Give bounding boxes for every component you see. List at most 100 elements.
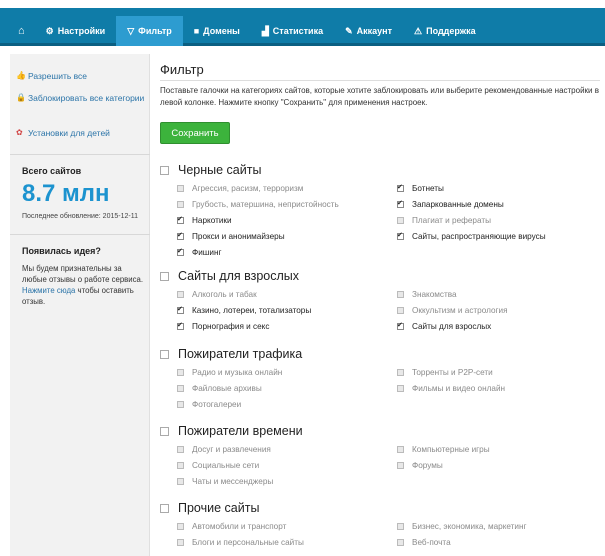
filter-option-label: Фильмы и видео онлайн <box>412 384 506 393</box>
filter-option[interactable]: Блоги и персональные сайты <box>177 538 304 547</box>
filter-option[interactable]: Компьютерные игры <box>397 445 490 454</box>
category-1: Черные сайты Агрессия, расизм, терроризм Б… <box>160 162 605 257</box>
filter-option[interactable]: Плагиат и рефераты <box>397 216 491 225</box>
category-checkbox[interactable] <box>160 349 169 359</box>
category-checkbox[interactable] <box>160 426 169 436</box>
filter-option[interactable]: Автомобили и транспорт <box>177 522 286 531</box>
filter-option[interactable]: Агрессия, расизм, терроризм <box>177 184 303 193</box>
page-description: Поставьте галочки на категориях сайтов, … <box>160 86 599 107</box>
filter-option[interactable]: Досуг и развлечения <box>177 445 271 454</box>
unchecked-checkbox[interactable] <box>177 462 184 469</box>
filter-option[interactable]: Грубость, матершина, непристойность <box>177 200 339 209</box>
checked-checkbox[interactable] <box>177 231 184 240</box>
category-title[interactable]: Пожиратели трафика <box>160 346 605 362</box>
save-button[interactable]: Сохранить <box>160 122 230 144</box>
category-title-text: Черные сайты <box>178 163 262 177</box>
filter-option[interactable]: Сайты, распространяющие вирусы <box>397 231 546 241</box>
checked-checkbox[interactable] <box>397 231 404 240</box>
filter-option[interactable]: Чаты и мессенджеры <box>177 477 273 486</box>
category-title[interactable]: Черные сайты <box>160 162 605 178</box>
unchecked-checkbox[interactable] <box>177 446 184 453</box>
filter-option[interactable]: Фильмы и видео онлайн <box>397 384 505 393</box>
checked-checkbox[interactable] <box>177 247 184 256</box>
account-icon: ✎ <box>345 25 353 36</box>
nav-stats[interactable]: ▟ Статистика <box>251 16 334 46</box>
nav-account[interactable]: ✎ Аккаунт <box>334 16 403 46</box>
unchecked-checkbox[interactable] <box>177 539 184 546</box>
unchecked-checkbox[interactable] <box>177 201 184 208</box>
category-title[interactable]: Пожиратели времени <box>160 423 605 439</box>
unchecked-checkbox[interactable] <box>397 523 404 530</box>
unchecked-checkbox[interactable] <box>177 185 184 192</box>
filter-option-label: Агрессия, расизм, терроризм <box>192 184 304 193</box>
category-title[interactable]: Прочие сайты <box>160 500 605 516</box>
allow-all-link[interactable]: 👍 Разрешить все <box>16 70 87 82</box>
unchecked-checkbox[interactable] <box>397 385 404 392</box>
unchecked-checkbox[interactable] <box>177 478 184 485</box>
filter-option[interactable]: Прокси и анонимайзеры <box>177 231 285 241</box>
unchecked-checkbox[interactable] <box>397 446 404 453</box>
category-2: Сайты для взрослых Алкоголь и табак Знаком… <box>160 268 605 331</box>
filter-option[interactable]: Казино, лотереи, тотализаторы <box>177 305 312 315</box>
block-all-link[interactable]: 🔒 Заблокировать все категории <box>16 92 148 104</box>
checked-checkbox[interactable] <box>177 321 184 330</box>
feedback-link[interactable]: Нажмите сюда <box>22 286 75 295</box>
nav-settings[interactable]: ⚙ Настройки <box>35 16 117 46</box>
checked-checkbox[interactable] <box>397 183 404 192</box>
filter-option[interactable]: Торренты и P2P-сети <box>397 368 493 377</box>
filter-option[interactable]: Ботнеты <box>397 183 444 193</box>
filter-option[interactable]: Наркотики <box>177 215 232 225</box>
filter-option[interactable]: Знакомства <box>397 290 457 299</box>
filter-option[interactable]: Запаркованные домены <box>397 199 504 209</box>
filter-option[interactable]: Файловые архивы <box>177 384 262 393</box>
category-checkbox[interactable] <box>160 271 169 281</box>
unchecked-checkbox[interactable] <box>177 523 184 530</box>
unchecked-checkbox[interactable] <box>397 307 404 314</box>
filter-option-label: Файловые архивы <box>192 384 262 393</box>
checked-checkbox[interactable] <box>177 215 184 224</box>
unchecked-checkbox[interactable] <box>397 217 404 224</box>
unchecked-checkbox[interactable] <box>177 291 184 298</box>
nav-domains[interactable]: ■ Домены <box>183 16 251 46</box>
filter-option-label: Автомобили и транспорт <box>192 522 287 531</box>
checked-checkbox[interactable] <box>397 199 404 208</box>
nav-filter[interactable]: ▽ Фильтр <box>116 16 183 46</box>
kids-settings-link[interactable]: ✿ Установки для детей <box>16 127 110 139</box>
filter-option[interactable]: Веб-почта <box>397 538 451 547</box>
filter-option[interactable]: Форумы <box>397 461 443 470</box>
last-updated: Последнее обновление: 2015-12-11 <box>22 213 138 220</box>
filter-option[interactable]: Сайты для взрослых <box>397 321 491 331</box>
unchecked-checkbox[interactable] <box>177 385 184 392</box>
checked-checkbox[interactable] <box>397 321 404 330</box>
nav-label: Поддержка <box>426 26 476 36</box>
unchecked-checkbox[interactable] <box>397 369 404 376</box>
filter-option-label: Порнография и секс <box>192 322 270 331</box>
sidebar: 👍 Разрешить все 🔒 Заблокировать все катего… <box>10 54 150 556</box>
unchecked-checkbox[interactable] <box>177 401 184 408</box>
allow-all-label: Разрешить все <box>28 71 88 81</box>
unchecked-checkbox[interactable] <box>177 369 184 376</box>
filter-option[interactable]: Оккультизм и астрология <box>397 306 508 315</box>
unchecked-checkbox[interactable] <box>397 539 404 546</box>
filter-option[interactable]: Фотогалереи <box>177 400 241 409</box>
nav-support[interactable]: ⚠ Поддержка <box>403 16 487 46</box>
filter-option-label: Торренты и P2P-сети <box>412 368 493 377</box>
filter-option[interactable]: Бизнес, экономика, маркетинг <box>397 522 527 531</box>
filter-option[interactable]: Порнография и секс <box>177 321 270 331</box>
category-title-text: Сайты для взрослых <box>178 269 300 283</box>
kids-settings-label: Установки для детей <box>28 128 110 138</box>
category-title[interactable]: Сайты для взрослых <box>160 268 605 284</box>
filter-option-label: Казино, лотереи, тотализаторы <box>192 306 312 315</box>
filter-option[interactable]: Фишинг <box>177 247 221 257</box>
category-checkbox[interactable] <box>160 165 169 175</box>
checked-checkbox[interactable] <box>177 305 184 314</box>
nav-home[interactable]: ⌂ <box>8 16 35 46</box>
filter-option[interactable]: Алкоголь и табак <box>177 290 257 299</box>
filter-option-label: Чаты и мессенджеры <box>192 477 274 486</box>
category-checkbox[interactable] <box>160 503 169 513</box>
filter-option-label: Радио и музыка онлайн <box>192 368 283 377</box>
unchecked-checkbox[interactable] <box>397 462 404 469</box>
filter-option[interactable]: Радио и музыка онлайн <box>177 368 282 377</box>
filter-option[interactable]: Социальные сети <box>177 461 259 470</box>
unchecked-checkbox[interactable] <box>397 291 404 298</box>
